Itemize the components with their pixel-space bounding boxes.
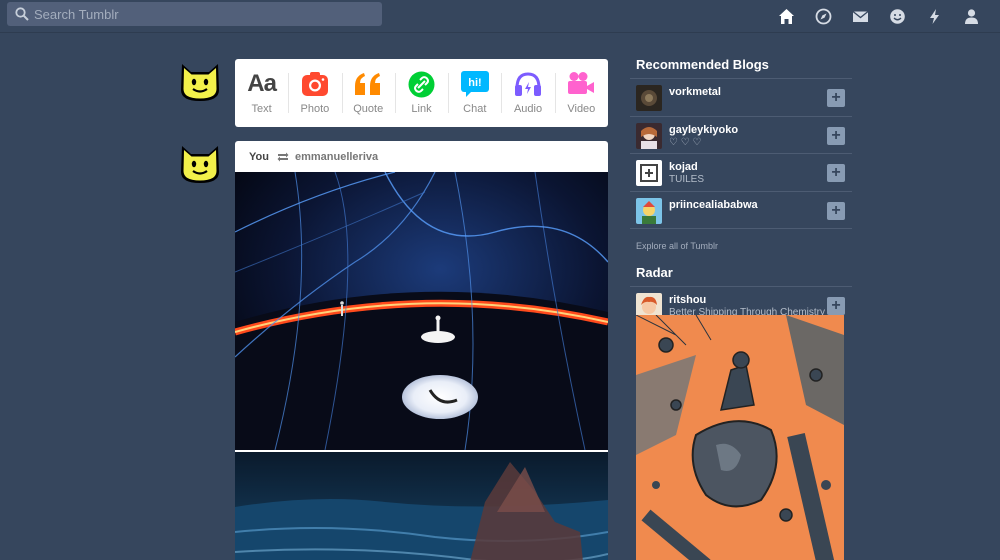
follow-button[interactable]: + xyxy=(827,164,845,182)
sidebar: Recommended Blogs vorkmetal + gayleykiyo… xyxy=(630,50,852,325)
post-type-bar: Aa Text Photo Quote Link hi! Chat Audio xyxy=(235,59,608,127)
radar-post-image[interactable] xyxy=(636,315,844,560)
camera-icon xyxy=(301,72,328,96)
blog-name[interactable]: gayleykiyoko xyxy=(669,124,738,136)
post-type-label: Link xyxy=(411,103,432,115)
nav-icons xyxy=(768,5,990,27)
text-icon: Aa xyxy=(247,70,277,97)
post-type-label: Text xyxy=(251,103,272,115)
blog-name[interactable]: vorkmetal xyxy=(669,86,721,98)
activity-icon xyxy=(930,8,939,24)
top-nav xyxy=(0,0,1000,33)
activity-button[interactable] xyxy=(916,5,953,27)
blog-name[interactable]: kojad xyxy=(669,161,698,173)
blog-avatar[interactable] xyxy=(636,85,662,111)
search-icon xyxy=(15,7,29,21)
search-input[interactable] xyxy=(34,2,374,26)
post-photo-circus[interactable] xyxy=(235,172,608,450)
home-button[interactable] xyxy=(768,5,805,27)
follow-button[interactable]: + xyxy=(827,126,845,145)
follow-button[interactable]: + xyxy=(827,201,845,220)
blog-name[interactable]: ritshou xyxy=(669,294,706,306)
reblog-source[interactable]: emmanuelleriva xyxy=(295,151,378,163)
recommended-blog[interactable]: gayleykiyoko ♡ ♡ ♡ + xyxy=(630,117,852,154)
blog-avatar[interactable] xyxy=(636,160,662,186)
post-type-text[interactable]: Aa Text xyxy=(235,59,288,127)
user-avatar[interactable] xyxy=(179,60,221,102)
post-photo-ocean[interactable] xyxy=(235,452,608,560)
post-avatar[interactable] xyxy=(179,142,221,184)
post-type-link[interactable]: Link xyxy=(394,59,448,127)
post-type-audio[interactable]: Audio xyxy=(501,59,554,127)
account-button[interactable] xyxy=(953,5,990,27)
blog-name[interactable]: priincealiababwa xyxy=(669,199,758,211)
post-type-label: Chat xyxy=(463,103,487,115)
messaging-button[interactable] xyxy=(879,5,916,27)
account-icon xyxy=(965,8,978,24)
blog-avatar[interactable] xyxy=(636,122,662,149)
link-icon xyxy=(408,71,435,97)
post-author[interactable]: You xyxy=(249,151,269,163)
recommended-blog[interactable]: kojad TUILES + xyxy=(630,154,852,192)
chat-icon: hi! xyxy=(460,71,489,97)
post-type-video[interactable]: Video xyxy=(554,59,608,127)
follow-button[interactable]: + xyxy=(827,89,845,107)
follow-button[interactable]: + xyxy=(827,297,845,315)
messaging-icon xyxy=(890,8,905,24)
blog-avatar[interactable] xyxy=(636,197,662,224)
explore-button[interactable] xyxy=(805,5,842,27)
radar-title: Radar xyxy=(630,265,852,287)
post-type-photo[interactable]: Photo xyxy=(288,59,341,127)
post-type-label: Video xyxy=(567,103,596,115)
home-icon xyxy=(779,8,794,24)
inbox-icon xyxy=(852,10,869,22)
explore-all-link[interactable]: Explore all of Tumblr xyxy=(630,229,852,265)
post-type-label: Quote xyxy=(353,103,384,115)
blog-subtitle: TUILES xyxy=(669,174,705,185)
recommended-blog[interactable]: vorkmetal + xyxy=(630,79,852,117)
search-box[interactable] xyxy=(7,2,382,26)
dashboard-post: You emmanuelleriva xyxy=(235,141,608,560)
blog-subtitle: ♡ ♡ ♡ xyxy=(669,136,702,148)
reblog-icon xyxy=(277,152,289,161)
video-icon xyxy=(568,72,595,94)
post-type-label: Audio xyxy=(513,103,543,115)
post-type-label: Photo xyxy=(300,103,330,115)
svg-text:hi!: hi! xyxy=(468,77,481,89)
post-type-quote[interactable]: Quote xyxy=(341,59,395,127)
post-header: You emmanuelleriva xyxy=(235,141,608,172)
post-type-chat[interactable]: hi! Chat xyxy=(448,59,501,127)
quote-icon xyxy=(355,73,381,95)
headphones-icon xyxy=(515,72,542,96)
recommended-blog[interactable]: priincealiababwa + xyxy=(630,192,852,229)
recommended-blogs-title: Recommended Blogs xyxy=(630,50,852,79)
explore-icon xyxy=(815,8,832,24)
inbox-button[interactable] xyxy=(842,5,879,27)
